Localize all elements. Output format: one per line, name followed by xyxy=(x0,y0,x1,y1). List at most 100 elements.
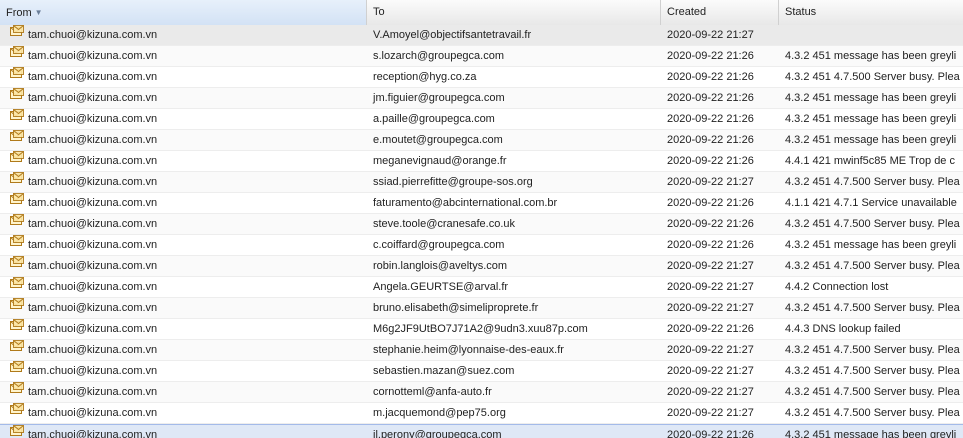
table-row[interactable]: tam.chuoi@kizuna.com.vn reception@hyg.co.… xyxy=(0,67,963,88)
from-address: tam.chuoi@kizuna.com.vn xyxy=(28,407,158,420)
from-address: tam.chuoi@kizuna.com.vn xyxy=(28,281,158,294)
status-text: 4.3.2 451 4.7.500 Server busy. Plea xyxy=(785,260,960,272)
from-address: tam.chuoi@kizuna.com.vn xyxy=(28,239,158,252)
from-address: tam.chuoi@kizuna.com.vn xyxy=(28,323,158,336)
mail-queue-icon xyxy=(10,109,24,128)
from-cell: tam.chuoi@kizuna.com.vn xyxy=(0,382,367,402)
table-row[interactable]: tam.chuoi@kizuna.com.vn robin.langlois@av… xyxy=(0,256,963,277)
to-address: meganevignaud@orange.fr xyxy=(373,155,507,167)
from-cell: tam.chuoi@kizuna.com.vn xyxy=(0,319,367,339)
mail-queue-icon xyxy=(10,361,24,380)
table-row[interactable]: tam.chuoi@kizuna.com.vn a.paille@groupegc… xyxy=(0,109,963,130)
column-header-created-label: Created xyxy=(667,6,707,18)
to-address: M6g2JF9UtBO7J71A2@9udn3.xuu87p.com xyxy=(373,323,588,335)
from-cell: tam.chuoi@kizuna.com.vn xyxy=(0,403,367,423)
status-text: 4.3.2 451 message has been greyli xyxy=(785,429,957,438)
status-text: 4.3.2 451 4.7.500 Server busy. Plea xyxy=(785,176,960,188)
table-row[interactable]: tam.chuoi@kizuna.com.vn bruno.elisabeth@s… xyxy=(0,298,963,319)
to-address: a.paille@groupegca.com xyxy=(373,113,495,125)
table-row[interactable]: tam.chuoi@kizuna.com.vn sebastien.mazan@s… xyxy=(0,361,963,382)
from-address: tam.chuoi@kizuna.com.vn xyxy=(28,302,158,315)
table-row[interactable]: tam.chuoi@kizuna.com.vn stephanie.heim@ly… xyxy=(0,340,963,361)
from-cell: tam.chuoi@kizuna.com.vn xyxy=(0,425,367,438)
created-timestamp: 2020-09-22 21:27 xyxy=(667,260,754,272)
sort-descending-icon[interactable]: ▼ xyxy=(35,0,43,25)
mail-queue-icon xyxy=(10,151,24,170)
column-header-from-label: From xyxy=(6,7,32,19)
to-address: c.coiffard@groupegca.com xyxy=(373,239,505,251)
created-timestamp: 2020-09-22 21:26 xyxy=(667,113,754,125)
from-cell: tam.chuoi@kizuna.com.vn xyxy=(0,109,367,129)
to-address: faturamento@abcinternational.com.br xyxy=(373,197,558,209)
created-timestamp: 2020-09-22 21:26 xyxy=(667,197,754,209)
to-address: bruno.elisabeth@simeliproprete.fr xyxy=(373,302,539,314)
column-header-created[interactable]: Created xyxy=(661,0,779,25)
to-address: V.Amoyel@objectifsantetravail.fr xyxy=(373,29,532,41)
from-address: tam.chuoi@kizuna.com.vn xyxy=(28,260,158,273)
table-row[interactable]: tam.chuoi@kizuna.com.vn M6g2JF9UtBO7J71A2… xyxy=(0,319,963,340)
column-header-to[interactable]: To xyxy=(367,0,661,25)
mail-queue-icon xyxy=(10,319,24,338)
from-cell: tam.chuoi@kizuna.com.vn xyxy=(0,277,367,297)
column-header-status[interactable]: Status xyxy=(779,0,963,25)
to-address: s.lozarch@groupegca.com xyxy=(373,50,505,62)
status-text: 4.4.2 Connection lost xyxy=(785,281,889,293)
column-header-to-label: To xyxy=(373,6,385,18)
from-cell: tam.chuoi@kizuna.com.vn xyxy=(0,256,367,276)
table-row[interactable]: tam.chuoi@kizuna.com.vn jl.perony@groupeg… xyxy=(0,424,963,438)
table-row[interactable]: tam.chuoi@kizuna.com.vn steve.toole@crane… xyxy=(0,214,963,235)
created-timestamp: 2020-09-22 21:26 xyxy=(667,155,754,167)
status-text: 4.1.1 421 4.7.1 Service unavailable xyxy=(785,197,957,209)
from-address: tam.chuoi@kizuna.com.vn xyxy=(28,176,158,189)
table-row[interactable]: tam.chuoi@kizuna.com.vn e.moutet@groupegc… xyxy=(0,130,963,151)
table-row[interactable]: tam.chuoi@kizuna.com.vn faturamento@abcin… xyxy=(0,193,963,214)
from-address: tam.chuoi@kizuna.com.vn xyxy=(28,365,158,378)
table-row[interactable]: tam.chuoi@kizuna.com.vn V.Amoyel@objectif… xyxy=(0,25,963,46)
from-cell: tam.chuoi@kizuna.com.vn xyxy=(0,88,367,108)
mail-queue-icon xyxy=(10,67,24,86)
created-timestamp: 2020-09-22 21:27 xyxy=(667,344,754,356)
from-cell: tam.chuoi@kizuna.com.vn xyxy=(0,25,367,45)
status-text: 4.3.2 451 message has been greyli xyxy=(785,92,957,104)
column-header-status-label: Status xyxy=(785,6,817,18)
mail-queue-grid: From ▼ To Created Status tam.chuoi@kizuna… xyxy=(0,0,963,438)
from-address: tam.chuoi@kizuna.com.vn xyxy=(28,29,158,42)
created-timestamp: 2020-09-22 21:27 xyxy=(667,176,754,188)
from-cell: tam.chuoi@kizuna.com.vn xyxy=(0,214,367,234)
to-address: robin.langlois@aveltys.com xyxy=(373,260,508,272)
table-row[interactable]: tam.chuoi@kizuna.com.vn Angela.GEURTSE@ar… xyxy=(0,277,963,298)
mail-queue-icon xyxy=(10,130,24,149)
to-address: cornotteml@anfa-auto.fr xyxy=(373,386,492,398)
table-row[interactable]: tam.chuoi@kizuna.com.vn c.coiffard@groupe… xyxy=(0,235,963,256)
from-cell: tam.chuoi@kizuna.com.vn xyxy=(0,67,367,87)
from-address: tam.chuoi@kizuna.com.vn xyxy=(28,344,158,357)
table-row[interactable]: tam.chuoi@kizuna.com.vn meganevignaud@ora… xyxy=(0,151,963,172)
table-row[interactable]: tam.chuoi@kizuna.com.vn cornotteml@anfa-a… xyxy=(0,382,963,403)
created-timestamp: 2020-09-22 21:27 xyxy=(667,386,754,398)
status-text: 4.3.2 451 4.7.500 Server busy. Plea xyxy=(785,71,960,83)
mail-queue-icon xyxy=(10,46,24,65)
grid-body: tam.chuoi@kizuna.com.vn V.Amoyel@objectif… xyxy=(0,25,963,438)
to-address: m.jacquemond@pep75.org xyxy=(373,407,506,419)
status-text: 4.3.2 451 4.7.500 Server busy. Plea xyxy=(785,365,960,377)
mail-queue-icon xyxy=(10,25,24,44)
to-address: reception@hyg.co.za xyxy=(373,71,477,83)
table-row[interactable]: tam.chuoi@kizuna.com.vn m.jacquemond@pep7… xyxy=(0,403,963,424)
status-text: 4.3.2 451 message has been greyli xyxy=(785,50,957,62)
from-cell: tam.chuoi@kizuna.com.vn xyxy=(0,130,367,150)
from-address: tam.chuoi@kizuna.com.vn xyxy=(28,386,158,399)
table-row[interactable]: tam.chuoi@kizuna.com.vn ssiad.pierrefitte… xyxy=(0,172,963,193)
created-timestamp: 2020-09-22 21:26 xyxy=(667,50,754,62)
status-text: 4.4.1 421 mwinf5c85 ME Trop de c xyxy=(785,155,955,167)
from-address: tam.chuoi@kizuna.com.vn xyxy=(28,197,158,210)
to-address: ssiad.pierrefitte@groupe-sos.org xyxy=(373,176,533,188)
table-row[interactable]: tam.chuoi@kizuna.com.vn s.lozarch@groupeg… xyxy=(0,46,963,67)
created-timestamp: 2020-09-22 21:27 xyxy=(667,407,754,419)
from-cell: tam.chuoi@kizuna.com.vn xyxy=(0,172,367,192)
created-timestamp: 2020-09-22 21:26 xyxy=(667,71,754,83)
table-row[interactable]: tam.chuoi@kizuna.com.vn jm.figuier@groupe… xyxy=(0,88,963,109)
status-text: 4.3.2 451 4.7.500 Server busy. Plea xyxy=(785,386,960,398)
column-header-from[interactable]: From ▼ xyxy=(0,0,367,25)
to-address: steve.toole@cranesafe.co.uk xyxy=(373,218,516,230)
status-text: 4.3.2 451 4.7.500 Server busy. Plea xyxy=(785,218,960,230)
